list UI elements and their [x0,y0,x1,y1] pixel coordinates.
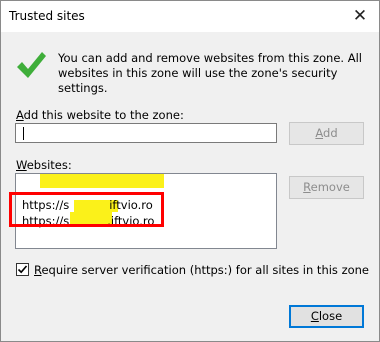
text-caret [23,127,24,140]
add-website-label: Add this website to the zone: [16,108,184,122]
green-checkmark-icon [17,52,46,78]
close-icon[interactable]: ✕ [349,5,371,27]
title-bar: Trusted sites ✕ [1,1,379,32]
websites-label: Websites: [16,158,72,172]
add-button[interactable]: Add [289,122,364,145]
close-button[interactable]: Close [289,305,364,328]
checkmark-icon [17,265,28,274]
remove-button[interactable]: Remove [289,176,364,199]
require-verification-label[interactable]: Require server verification (https:) for… [34,263,369,277]
trusted-sites-dialog: Trusted sites ✕ You can add and remove w… [0,0,380,342]
redaction-highlight [40,174,164,188]
require-verification-checkbox[interactable] [16,263,29,276]
window-title: Trusted sites [9,9,85,23]
zone-info-text: You can add and remove websites from thi… [58,51,362,95]
annotation-box [9,192,164,227]
add-website-input[interactable] [15,123,277,143]
